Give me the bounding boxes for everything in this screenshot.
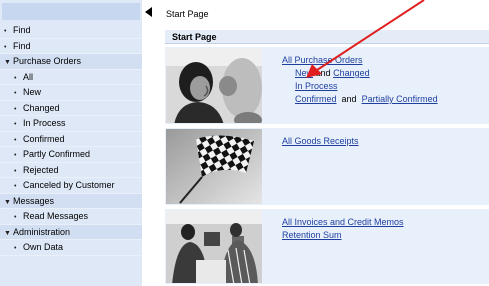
sidebar-menu: • Find • Find ▼ Purchase Orders • All • New •…	[0, 23, 142, 256]
expand-triangle-icon[interactable]: ▼	[4, 55, 13, 71]
sidebar-navigation: • Find • Find ▼ Purchase Orders • All • New •…	[0, 0, 142, 286]
bullet-icon: •	[14, 105, 17, 113]
confirmed-link[interactable]: Confirmed	[295, 94, 337, 104]
sidebar-item-all[interactable]: • All	[0, 70, 142, 85]
page-title: Start Page	[165, 30, 489, 44]
breadcrumb: Start Page	[166, 9, 209, 19]
expand-triangle-icon[interactable]: ▼	[4, 226, 13, 242]
all-invoices-credit-memos-link[interactable]: All Invoices and Credit Memos	[282, 217, 404, 227]
in-process-link[interactable]: In Process	[295, 81, 338, 91]
bullet-icon: •	[14, 183, 17, 190]
sidebar-item-find-2[interactable]: • Find	[0, 39, 142, 54]
changed-orders-link[interactable]: Changed	[333, 68, 370, 78]
call-center-photo	[166, 48, 262, 123]
bullet-icon: •	[14, 90, 17, 97]
sidebar-group-administration[interactable]: ▼ Administration	[0, 224, 142, 242]
and-text: and	[315, 68, 331, 78]
partially-confirmed-link[interactable]: Partially Confirmed	[362, 94, 438, 104]
invoices-section: All Invoices and Credit Memos Retention …	[165, 209, 489, 286]
goods-receipts-section: All Goods Receipts	[165, 128, 489, 207]
retention-sum-link[interactable]: Retention Sum	[282, 230, 342, 240]
sidebar-item-read-messages[interactable]: • Read Messages	[0, 209, 142, 225]
new-orders-link[interactable]: New	[295, 68, 313, 78]
sidebar-item-partly-confirmed[interactable]: • Partly Confirmed	[0, 147, 142, 163]
collapse-left-icon[interactable]	[144, 6, 154, 18]
bullet-icon: •	[14, 152, 17, 159]
bullet-icon: •	[14, 121, 17, 128]
bullet-icon: •	[4, 28, 7, 35]
sidebar-item-changed[interactable]: • Changed	[0, 101, 142, 116]
sidebar-header	[2, 3, 140, 20]
sidebar-item-confirmed[interactable]: • Confirmed	[0, 132, 142, 147]
sidebar-item-own-data[interactable]: • Own Data	[0, 240, 142, 256]
bullet-icon: •	[14, 214, 17, 221]
sidebar-item-new[interactable]: • New	[0, 85, 142, 101]
bullet-icon: •	[14, 136, 17, 144]
all-goods-receipts-link[interactable]: All Goods Receipts	[282, 136, 359, 146]
sidebar-item-rejected[interactable]: • Rejected	[0, 163, 142, 178]
bullet-icon: •	[14, 167, 17, 175]
all-purchase-orders-link[interactable]: All Purchase Orders	[282, 55, 363, 65]
office-workers-photo	[166, 210, 262, 283]
and-text: and	[341, 94, 357, 104]
expand-triangle-icon[interactable]: ▼	[4, 195, 13, 211]
sidebar-item-in-process[interactable]: • In Process	[0, 116, 142, 132]
bullet-icon: •	[4, 43, 7, 51]
purchase-orders-section: All Purchase Orders New and Changed In P…	[165, 47, 489, 126]
bullet-icon: •	[14, 74, 17, 82]
bullet-icon: •	[14, 245, 17, 252]
checkered-flag-photo	[166, 129, 262, 204]
sidebar-item-canceled-by-customer[interactable]: • Canceled by Customer	[0, 178, 142, 194]
sidebar-group-messages[interactable]: ▼ Messages	[0, 193, 142, 211]
sidebar-group-purchase-orders[interactable]: ▼ Purchase Orders	[0, 54, 142, 70]
sidebar-item-find-1[interactable]: • Find	[0, 23, 142, 39]
